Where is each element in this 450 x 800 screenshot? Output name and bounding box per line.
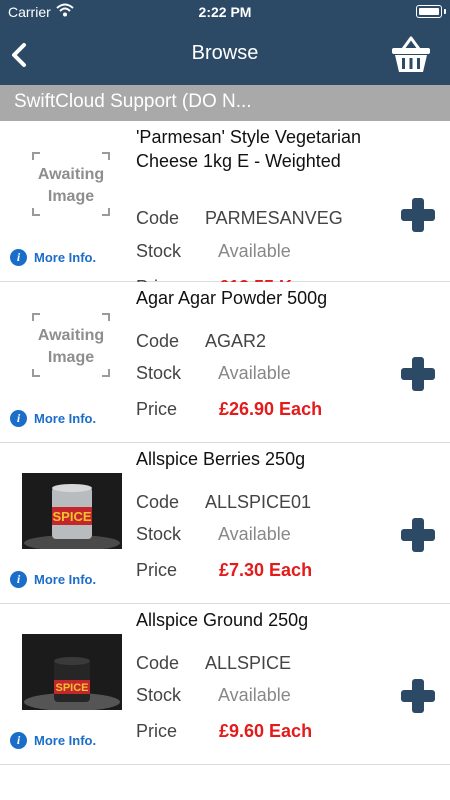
stock-status: Available [218,685,291,705]
more-info-label: More Info. [34,250,97,265]
product-name: Agar Agar Powder 500g [136,288,328,308]
tin-label: SPICE [55,682,88,694]
info-icon: i [10,571,27,588]
code-label: Code [136,331,180,351]
add-to-basket-icon[interactable] [400,517,436,553]
stock-label: Stock [136,363,182,383]
basket-icon[interactable] [390,34,432,74]
page-title: Browse [191,42,259,64]
product-image: SPICE [22,634,122,710]
product-code: AGAR2 [205,331,267,351]
stock-label: Stock [136,524,182,544]
more-info-link[interactable]: i More Info. [10,249,96,266]
spice-tin-photo: SPICE [22,473,122,549]
info-icon: i [10,732,27,749]
stock-status: Available [218,363,291,383]
code-label: Code [136,653,180,673]
tin-label: SPICE [52,509,91,524]
awaiting-image-placeholder: Awaiting Image [32,152,110,216]
product-code: PARMESANVEG [205,208,343,228]
product-image: SPICE [22,473,122,549]
product-list: Awaiting Image i More Info. 'Parmesan' S… [0,121,450,765]
battery-tip [444,9,446,14]
product-price: £7.30 Each [219,560,313,580]
more-info-link[interactable]: i More Info. [10,571,96,588]
info-icon: i [10,410,27,427]
product-price: £26.90 Each [219,399,323,419]
product-row[interactable]: SPICE i More Info. Allspice Ground 250g … [0,604,450,765]
info-icon: i [10,249,27,266]
product-name: 'Parmesan' Style Vegetarian Cheese 1kg E… [136,127,361,171]
add-to-basket-icon[interactable] [400,197,436,233]
clock: 2:22 PM [198,4,252,20]
product-code: ALLSPICE [205,653,292,673]
add-to-basket-icon[interactable] [400,678,436,714]
product-name: Allspice Berries 250g [136,449,306,469]
more-info-label: More Info. [34,572,97,587]
add-to-basket-icon[interactable] [400,356,436,392]
account-label: SwiftCloud Support (DO N... [14,91,252,112]
battery-icon [416,5,442,18]
stock-label: Stock [136,241,182,261]
spice-tin-photo: SPICE [22,634,122,710]
awaiting-image-placeholder: Awaiting Image [32,313,110,377]
account-bar[interactable]: SwiftCloud Support (DO N... [0,85,450,121]
product-code: ALLSPICE01 [205,492,312,512]
more-info-label: More Info. [34,733,97,748]
product-row[interactable]: Awaiting Image i More Info. 'Parmesan' S… [0,121,450,297]
placeholder-text: Awaiting Image [37,166,105,205]
product-name: Allspice Ground 250g [136,610,309,630]
status-bar: Carrier 2:22 PM [0,0,450,24]
product-row[interactable]: SPICE i More Info. Allspice Berries 250g… [0,443,450,604]
placeholder-text: Awaiting Image [37,327,105,366]
more-info-label: More Info. [34,411,97,426]
stock-status: Available [218,524,291,544]
stock-label: Stock [136,685,182,705]
product-price: £9.60 Each [219,721,313,741]
nav-bar: Browse [0,24,450,85]
stock-status: Available [218,241,291,261]
more-info-link[interactable]: i More Info. [10,410,96,427]
code-label: Code [136,492,180,512]
code-label: Code [136,208,180,228]
more-info-link[interactable]: i More Info. [10,732,96,749]
product-row[interactable]: Awaiting Image i More Info. Agar Agar Po… [0,282,450,443]
price-label: Price [136,399,178,419]
price-label: Price [136,560,178,580]
price-label: Price [136,721,178,741]
